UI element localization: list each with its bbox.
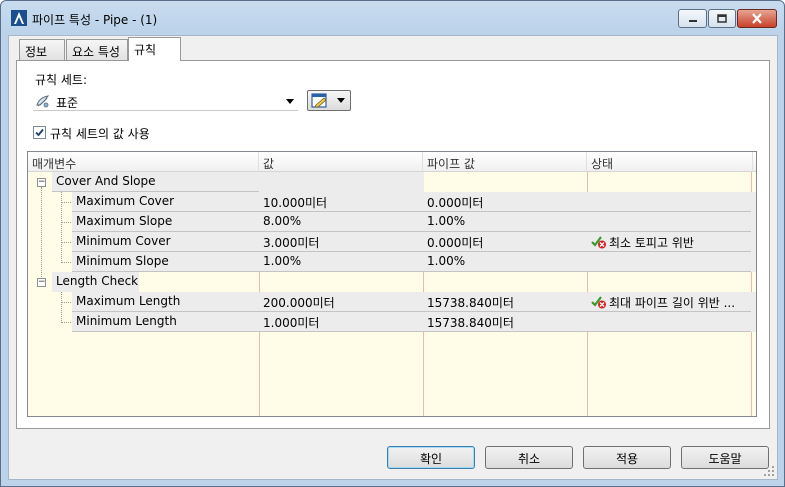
chevron-down-icon (337, 98, 345, 103)
status-cell (587, 312, 751, 332)
param-cell: Maximum Length (76, 294, 181, 308)
tree-line (61, 292, 62, 323)
param-cell: Minimum Length (76, 314, 177, 328)
maximize-button[interactable] (708, 9, 736, 28)
violation-icon (591, 296, 606, 309)
ruleset-label: 규칙 세트: (35, 73, 88, 87)
cancel-button[interactable]: 취소 (485, 446, 573, 469)
value-cell[interactable]: 10.000미터 (259, 192, 423, 212)
table-row[interactable]: Maximum Cover 10.000미터 0.000미터 (72, 192, 756, 212)
ok-button[interactable]: 확인 (387, 446, 475, 469)
tab-info[interactable]: 정보 (19, 39, 65, 60)
civil3d-app-icon (11, 10, 27, 26)
table-row[interactable]: Minimum Cover 3.000미터 0.000미터 최소 토피고 위반 (72, 232, 756, 252)
value-cell[interactable]: 1.00% (259, 252, 423, 272)
rules-grid: 매개변수 값 파이프 값 상태 − Cover And Slope Maximu… (27, 151, 757, 417)
table-row[interactable]: Minimum Length 1.000미터 15738.840미터 (72, 312, 756, 332)
tab-info-label: 정보 (25, 45, 48, 59)
column-header-pipe-value[interactable]: 파이프 값 (423, 152, 587, 172)
window-title: 파이프 특성 - Pipe - (1) (32, 13, 158, 27)
checkmark-icon (35, 128, 44, 137)
resize-grip-icon[interactable] (763, 465, 775, 477)
value-cell[interactable]: 3.000미터 (259, 232, 423, 252)
dialog-window: 파이프 특성 - Pipe - (1) 정보 요소 특성 규칙 규칙 세트: 표… (0, 0, 785, 487)
pipe-value-cell: 15738.840미터 (427, 316, 514, 330)
status-cell: 최대 파이프 길이 위반 ... (587, 292, 751, 312)
apply-button[interactable]: 적용 (583, 446, 671, 469)
table-row[interactable]: Maximum Length 200.000미터 15738.840미터 최대 … (72, 292, 756, 312)
column-header-status[interactable]: 상태 (587, 152, 753, 172)
status-text: 최소 토피고 위반 (609, 236, 694, 250)
help-button[interactable]: 도움말 (681, 446, 769, 469)
status-cell (587, 192, 751, 212)
param-cell: Maximum Cover (76, 194, 175, 208)
value-cell[interactable]: 8.00% (259, 212, 423, 232)
edit-ruleset-button[interactable] (307, 90, 351, 111)
column-header-parameter[interactable]: 매개변수 (28, 152, 259, 172)
use-ruleset-values-checkbox[interactable] (33, 126, 46, 139)
tab-rules-label: 규칙 (134, 43, 157, 57)
group-row-cover-and-slope[interactable]: − Cover And Slope (28, 172, 756, 192)
use-ruleset-values-label: 규칙 세트의 값 사용 (50, 127, 150, 141)
table-row[interactable]: Minimum Slope 1.00% 1.00% (72, 252, 756, 272)
minimize-button[interactable] (678, 9, 707, 28)
collapse-toggle-icon[interactable]: − (37, 178, 46, 187)
param-cell: Maximum Slope (76, 214, 173, 228)
group-row-length-check[interactable]: − Length Check (28, 272, 756, 292)
chevron-down-icon (286, 99, 294, 104)
edit-style-icon (311, 93, 327, 108)
pipe-value-cell: 0.000미터 (427, 196, 484, 210)
close-icon (752, 13, 762, 24)
status-cell (587, 212, 751, 232)
group-label: Cover And Slope (52, 172, 424, 192)
value-cell[interactable]: 1.000미터 (259, 312, 423, 332)
value-cell[interactable]: 200.000미터 (259, 292, 423, 312)
title-bar[interactable]: 파이프 특성 - Pipe - (1) (1, 1, 784, 35)
ruleset-dropdown[interactable]: 표준 (33, 91, 298, 111)
minimize-icon (688, 19, 697, 22)
pipe-value-cell: 15738.840미터 (427, 296, 514, 310)
tab-rules[interactable]: 규칙 (128, 37, 181, 61)
maximize-icon (717, 14, 727, 23)
param-cell: Minimum Cover (76, 234, 171, 248)
grid-header: 매개변수 값 파이프 값 상태 (28, 152, 756, 172)
violation-icon (591, 236, 606, 249)
param-cell: Minimum Slope (76, 254, 169, 268)
status-text: 최대 파이프 길이 위반 ... (609, 296, 736, 310)
table-row[interactable]: Maximum Slope 8.00% 1.00% (72, 212, 756, 232)
tab-element-properties-label: 요소 특성 (72, 45, 120, 59)
status-cell: 최소 토피고 위반 (587, 232, 751, 252)
pipe-value-cell: 1.00% (427, 214, 466, 228)
ruleset-selected-value: 표준 (56, 96, 79, 110)
row-separator (72, 331, 751, 332)
pipe-value-cell: 1.00% (427, 254, 466, 268)
rules-panel: 규칙 세트: 표준 규칙 세트의 값 사용 매개변수 값 파이프 값 상태 − … (16, 60, 770, 429)
ruleset-style-icon (36, 95, 50, 108)
pipe-value-cell: 0.000미터 (427, 236, 484, 250)
column-header-value[interactable]: 값 (259, 152, 423, 172)
dialog-client-area: 정보 요소 특성 규칙 규칙 세트: 표준 규칙 세트의 값 사용 매개변수 값… (8, 35, 778, 480)
collapse-toggle-icon[interactable]: − (37, 278, 46, 287)
tab-element-properties[interactable]: 요소 특성 (66, 39, 128, 60)
group-label: Length Check (52, 272, 139, 292)
status-cell (587, 252, 751, 272)
close-button[interactable] (737, 9, 777, 28)
